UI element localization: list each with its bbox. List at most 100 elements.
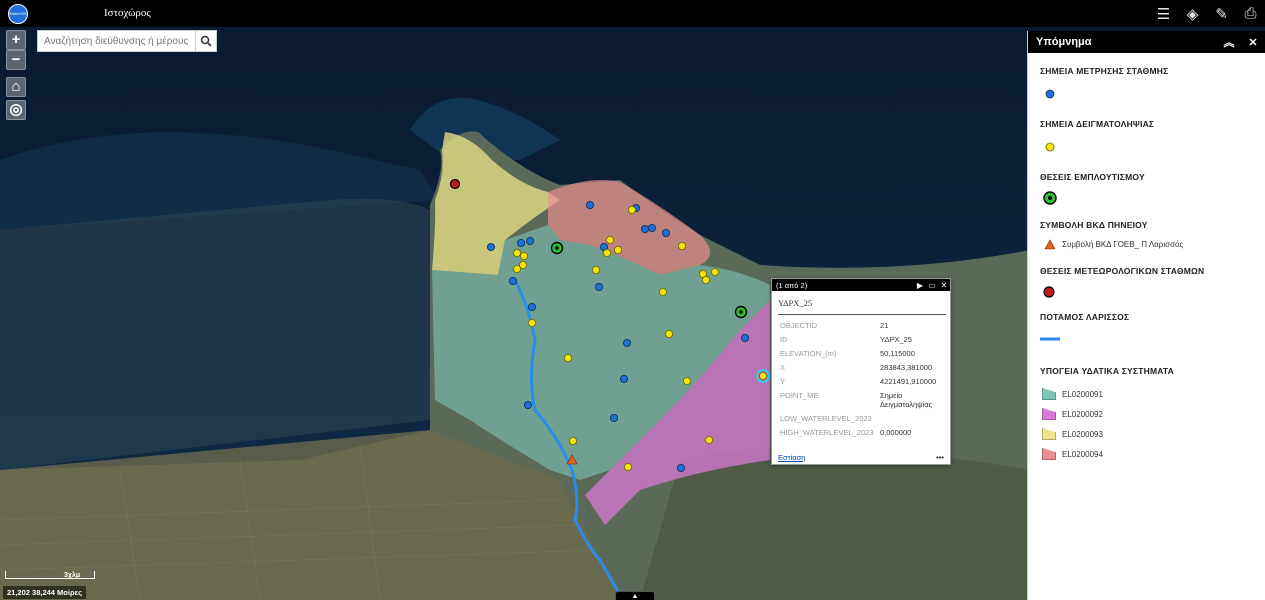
zoom-in-button[interactable]: + <box>6 30 26 50</box>
popup-attribute-value: Σημείο Δειγματοληψίας <box>880 391 933 409</box>
legend-section-sampling: ΣΗΜΕΙΑ ΔΕΙΓΜΑΤΟΛΗΨΙΑΣ <box>1040 119 1155 129</box>
measure-icon[interactable]: ✎ <box>1207 0 1236 27</box>
popup-attribute-key: OBJECTID <box>780 321 818 330</box>
sampling-point-marker[interactable] <box>705 435 714 444</box>
measure-point-marker[interactable] <box>517 238 526 247</box>
zoom-out-button[interactable]: − <box>6 50 26 70</box>
next-feature-icon[interactable]: ▶ <box>914 281 926 290</box>
close-icon[interactable]: ✕ <box>938 281 950 290</box>
legend-panel: Υπόμνημα ︽ ✕ ΣΗΜΕΙΑ ΜΕΤΡΗΣΗΣ ΣΤΑΘΜΗΣ ΣΗΜ… <box>1027 31 1265 600</box>
aquifer-swatch <box>1042 408 1056 420</box>
sampling-point-marker[interactable] <box>665 329 674 338</box>
popup-attribute-key: ELEVATION_(m) <box>780 349 837 358</box>
enrich-point-center <box>555 246 559 250</box>
sampling-point-marker[interactable] <box>678 241 687 250</box>
measure-point-marker[interactable] <box>648 223 657 232</box>
scale-bar <box>5 571 95 579</box>
measure-point-marker[interactable] <box>524 400 533 409</box>
more-actions-button[interactable]: ••• <box>936 453 944 462</box>
search-icon <box>200 35 212 47</box>
measure-point-marker[interactable] <box>595 282 604 291</box>
measure-point-marker[interactable] <box>662 228 671 237</box>
legend-list-icon[interactable]: ☰ <box>1149 0 1178 27</box>
measure-point-marker[interactable] <box>486 242 495 251</box>
legend-confluence-item: Συμβολή ΒΚΔ ΓΟΕΒ_ Π Λαρισσός <box>1062 240 1184 249</box>
legend-section-meteo: ΘΕΣΕΙΣ ΜΕΤΕΩΡΟΛΟΓΙΚΩΝ ΣΤΑΘΜΩΝ <box>1040 266 1205 276</box>
measure-point-marker[interactable] <box>641 224 650 233</box>
aquifer-legend-label: EL0200092 <box>1062 410 1103 419</box>
popup-header: (1 από 2) ▶ ▭ ✕ <box>772 279 950 291</box>
maximize-icon[interactable]: ▭ <box>926 281 938 290</box>
sampling-point-marker[interactable] <box>592 265 601 274</box>
sampling-point-marker[interactable] <box>759 371 768 380</box>
attribute-table-toggle[interactable]: ▲ <box>615 591 655 600</box>
coordinates-readout: 21,202 38,244 Μοίρες <box>3 586 87 599</box>
aquifer-swatch <box>1042 388 1056 400</box>
measure-point-symbol <box>1045 89 1055 99</box>
sampling-point-marker[interactable] <box>606 235 615 244</box>
popup-attribute-row: LOW_WATERLEVEL_2023 <box>780 414 950 423</box>
collapse-icon[interactable]: ︽ <box>1217 34 1241 50</box>
search-input[interactable] <box>37 30 195 52</box>
measure-point-marker[interactable] <box>741 333 750 342</box>
popup-attributes: OBJECTID 21 ID ΥΔΡΧ_25 ELEVATION_(m) 50,11500… <box>772 321 950 437</box>
popup-attribute-key: HIGH_WATERLEVEL_2023 <box>780 428 874 437</box>
aquifer-swatch <box>1042 428 1056 440</box>
legend-header: Υπόμνημα ︽ ✕ <box>1028 31 1265 53</box>
measure-point-marker[interactable] <box>528 302 537 311</box>
measure-point-marker[interactable] <box>623 338 632 347</box>
app-root: + − ⌂ ◎ WaterGIS Ιστοχώρος ☰ ◈ ✎ ⎙ 3χλμ … <box>0 0 1265 600</box>
zoom-to-link[interactable]: Εστίαση <box>778 453 936 462</box>
confluence-triangle-icon <box>1044 239 1056 250</box>
sampling-point-marker[interactable] <box>628 205 637 214</box>
measure-point-marker[interactable] <box>610 413 619 422</box>
popup-attribute-key: POINT_ME <box>780 391 819 400</box>
sampling-point-marker[interactable] <box>528 318 537 327</box>
measure-point-marker[interactable] <box>677 463 686 472</box>
header-toolbar: ☰ ◈ ✎ ⎙ <box>1149 0 1265 27</box>
sampling-point-marker[interactable] <box>569 436 578 445</box>
sampling-point-marker[interactable] <box>702 275 711 284</box>
meteo-station-marker[interactable] <box>449 178 461 190</box>
popup-attribute-key: X <box>780 363 786 372</box>
popup-attribute-row: Y 4221491,910000 <box>780 377 950 386</box>
measure-point-marker[interactable] <box>526 236 535 245</box>
popup-attribute-value: 21 <box>880 321 889 330</box>
sampling-point-marker[interactable] <box>513 248 522 257</box>
close-icon[interactable]: ✕ <box>1241 36 1265 49</box>
app-header: WaterGIS Ιστοχώρος ☰ ◈ ✎ ⎙ <box>0 0 1265 27</box>
legend-section-confluence: ΣΥΜΒΟΛΗ ΒΚΔ ΠΗΝΕΙΟΥ <box>1040 220 1148 230</box>
measure-point-marker[interactable] <box>586 200 595 209</box>
popup-attribute-row: POINT_ME Σημείο Δειγματοληψίας <box>780 391 950 409</box>
sampling-point-marker[interactable] <box>603 248 612 257</box>
sampling-point-marker[interactable] <box>711 267 720 276</box>
sampling-point-marker[interactable] <box>659 287 668 296</box>
popup-attribute-value: 4221491,910000 <box>880 377 937 386</box>
layers-icon[interactable]: ◈ <box>1178 0 1207 27</box>
sampling-point-marker[interactable] <box>624 462 633 471</box>
river-line-symbol <box>1040 337 1060 341</box>
measure-point-marker[interactable] <box>620 374 629 383</box>
measure-point-marker[interactable] <box>508 276 517 285</box>
enrich-point-center <box>739 310 743 314</box>
popup-attribute-row: OBJECTID 21 <box>780 321 950 330</box>
legend-section-measure: ΣΗΜΕΙΑ ΜΕΤΡΗΣΗΣ ΣΤΑΘΜΗΣ <box>1040 66 1169 76</box>
feature-popup: (1 από 2) ▶ ▭ ✕ ΥΔΡΧ_25 OBJECTID 21 ID ΥΔΡΧ… <box>771 278 951 465</box>
print-icon[interactable]: ⎙ <box>1236 0 1265 27</box>
legend-section-river: ΠΟΤΑΜΟΣ ΛΑΡΙΣΣΟΣ <box>1040 312 1130 322</box>
popup-attribute-row: ELEVATION_(m) 50,115000 <box>780 349 950 358</box>
sampling-point-marker[interactable] <box>614 245 623 254</box>
sampling-point-marker[interactable] <box>520 251 529 260</box>
legend-section-aquifers: ΥΠΟΓΕΙΑ ΥΔΑΤΙΚΑ ΣΥΣΤΗΜΑΤΑ <box>1040 366 1174 376</box>
popup-attribute-row: ID ΥΔΡΧ_25 <box>780 335 950 344</box>
search-button[interactable] <box>195 30 217 52</box>
app-title: Ιστοχώρος <box>104 7 151 19</box>
home-button[interactable]: ⌂ <box>6 77 26 97</box>
sampling-point-marker[interactable] <box>564 353 573 362</box>
sampling-point-marker[interactable] <box>513 264 522 273</box>
sampling-point-marker[interactable] <box>683 376 692 385</box>
popup-attribute-row: X 283843,381000 <box>780 363 950 372</box>
aquifer-swatch <box>1042 448 1056 460</box>
locate-button[interactable]: ◎ <box>6 100 26 120</box>
enrich-point-symbol <box>1043 191 1057 205</box>
